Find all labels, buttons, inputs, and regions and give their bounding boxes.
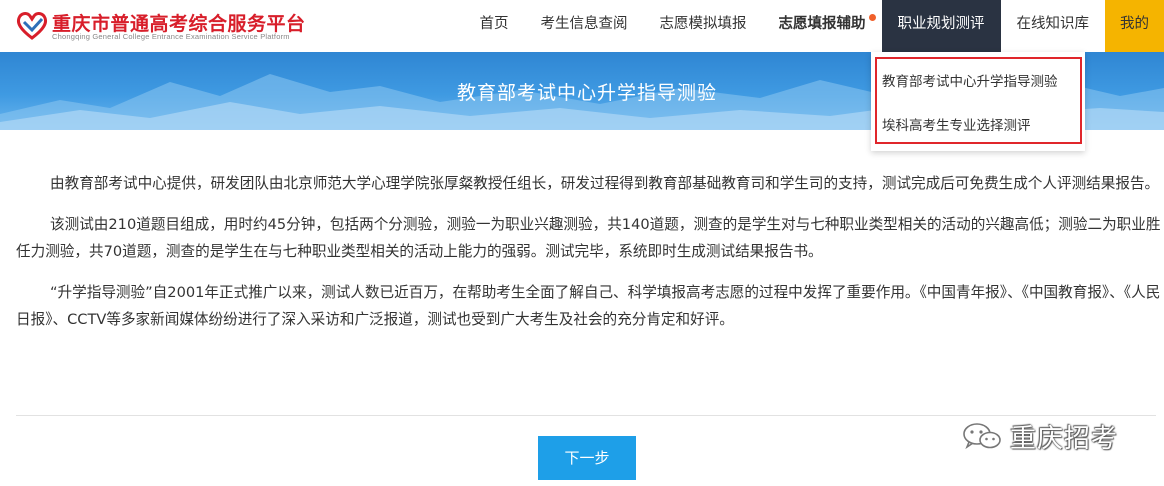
nav-application-assist[interactable]: 志愿填报辅助	[763, 0, 882, 52]
main-nav: 首页 考生信息查阅 志愿模拟填报 志愿填报辅助 职业规划测评 在线知识库 我的	[464, 0, 1164, 52]
site-logo[interactable]: 重庆市普通高考综合服务平台 Chongqing General College …	[16, 8, 306, 44]
nav-student-info[interactable]: 考生信息查阅	[525, 0, 644, 52]
nav-home[interactable]: 首页	[464, 0, 525, 52]
intro-paragraph: 该测试由210道题目组成，用时约45分钟，包括两个分测验，测验一为职业兴趣测验，…	[16, 216, 1161, 260]
nav-application-assist-label: 志愿填报辅助	[778, 16, 866, 32]
top-header: 重庆市普通高考综合服务平台 Chongqing General College …	[0, 0, 1164, 52]
wechat-icon	[963, 423, 1001, 450]
menu-item-ecology-major-test[interactable]: 埃科高考生专业选择测评	[882, 114, 1031, 134]
intro-content: 由教育部考试中心提供，研发团队由北京师范大学心理学院张厚粲教授任组长，研发过程得…	[16, 170, 1162, 347]
watermark-text: 重庆招考	[1010, 423, 1119, 454]
nav-knowledge-base[interactable]: 在线知识库	[1001, 0, 1106, 52]
wechat-watermark: 重庆招考	[960, 418, 1118, 454]
divider	[16, 415, 1156, 416]
menu-item-moe-guidance-test[interactable]: 教育部考试中心升学指导测验	[882, 70, 1058, 90]
career-dropdown-menu: 教育部考试中心升学指导测验 埃科高考生专业选择测评	[871, 52, 1085, 151]
logo-subtitle: Chongqing General College Entrance Exami…	[52, 32, 290, 41]
nav-career-assessment[interactable]: 职业规划测评	[881, 0, 1001, 52]
nav-mine[interactable]: 我的	[1105, 0, 1164, 52]
logo-heart-icon	[16, 12, 48, 40]
next-step-button[interactable]: 下一步	[538, 436, 636, 480]
intro-paragraph: 由教育部考试中心提供，研发团队由北京师范大学心理学院张厚粲教授任组长，研发过程得…	[50, 175, 1160, 192]
hot-dot-icon	[868, 14, 876, 21]
nav-mock-application[interactable]: 志愿模拟填报	[644, 0, 763, 52]
intro-paragraph: “升学指导测验”自2001年正式推广以来，测试人数已近百万，在帮助考生全面了解自…	[16, 284, 1161, 328]
